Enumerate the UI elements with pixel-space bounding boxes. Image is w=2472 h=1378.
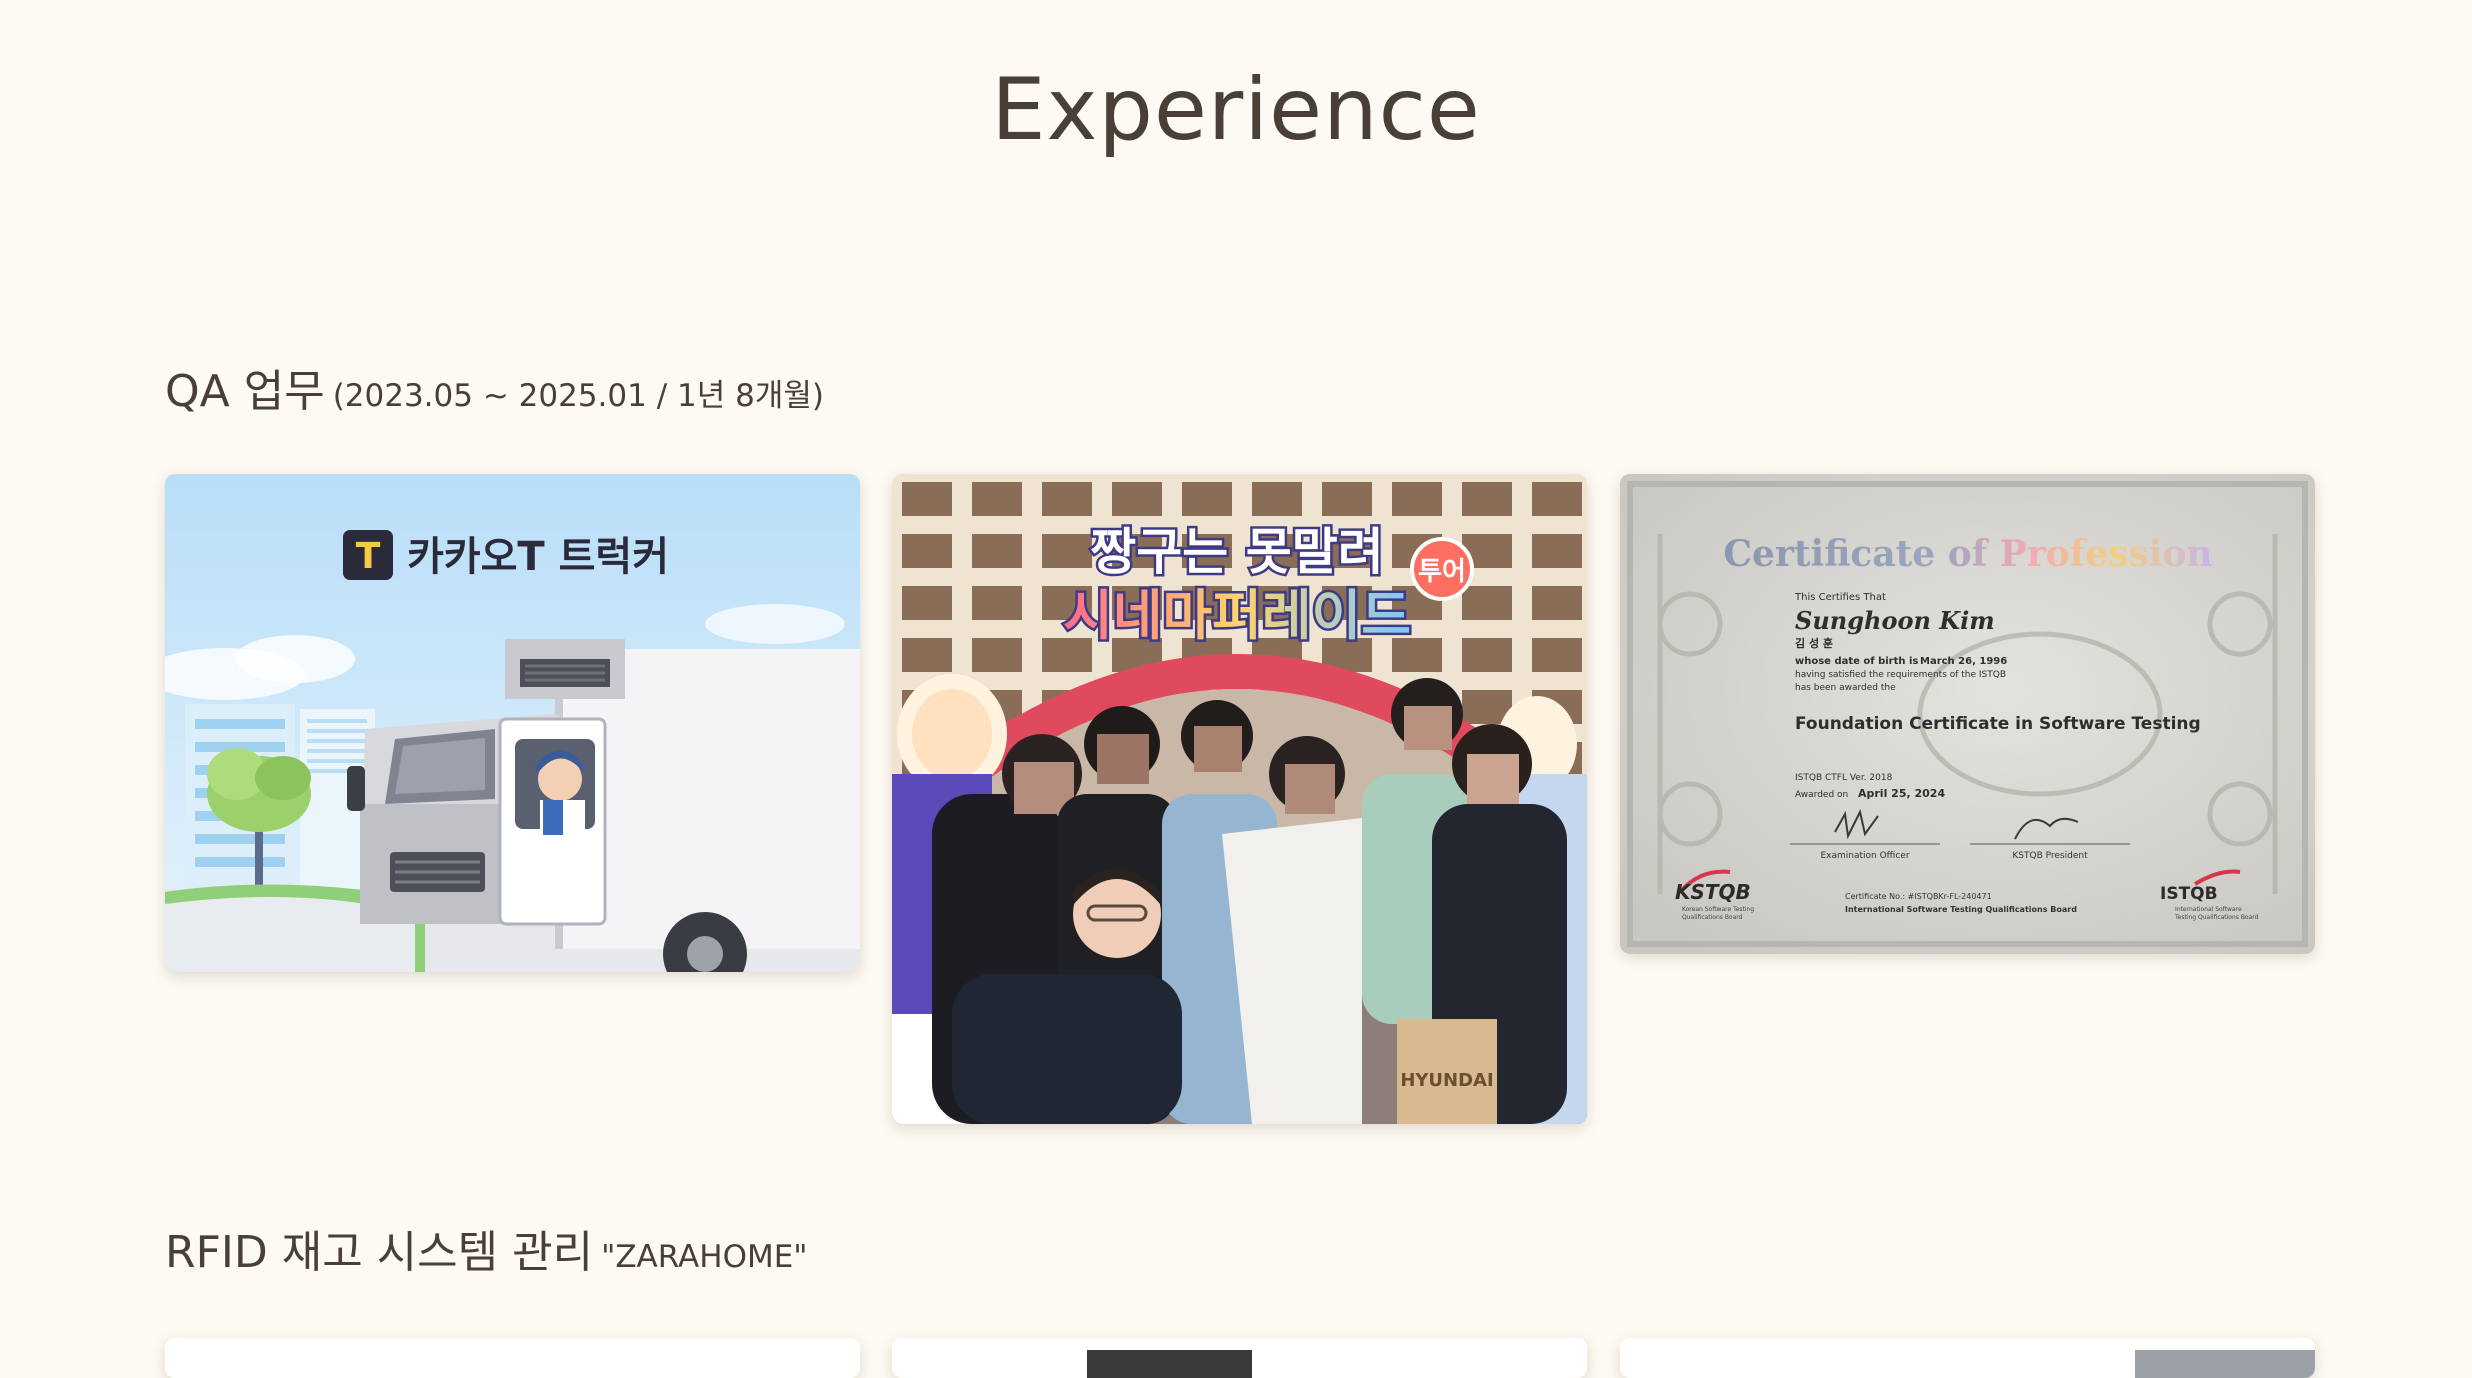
cert-officer: Examination Officer xyxy=(1820,851,1909,861)
rfid-image-card-1[interactable] xyxy=(165,1338,860,1378)
kstqb-sub2: Qualifications Board xyxy=(1682,914,1743,921)
istqb-sub1: International Software xyxy=(2175,906,2242,913)
section-subtitle: (2023.05 ~ 2025.01 / 1년 8개월) xyxy=(332,378,824,414)
kakao-brand-text: 카카오T 트럭커 xyxy=(407,534,669,580)
banner-line1: 짱구는 못말려 xyxy=(1090,523,1383,581)
cert-dob-label: whose date of birth is xyxy=(1795,656,1918,667)
banner-badge: 투어 xyxy=(1418,557,1466,587)
kstqb-sub1: Korean Software Testing xyxy=(1682,906,1754,913)
kakao-logo-letter: T xyxy=(356,536,381,577)
section-subtitle: "ZARAHOME" xyxy=(601,1239,808,1275)
cert-req-line1: having satisfied the requirements of the… xyxy=(1795,670,2006,680)
bag-text: HYUNDAI xyxy=(1400,1070,1493,1091)
section-heading-qa: QA 업무 (2023.05 ~ 2025.01 / 1년 8개월) xyxy=(165,355,824,419)
istqb-sub2: Testing Qualifications Board xyxy=(2174,914,2259,921)
section-title: RFID 재고 시스템 관리 xyxy=(165,1227,594,1278)
page-title: Experience xyxy=(991,60,1481,160)
cert-dob: March 26, 1996 xyxy=(1920,656,2007,667)
section-heading-rfid: RFID 재고 시스템 관리 "ZARAHOME" xyxy=(165,1216,808,1280)
team-photo: 짱구는 못말려 투어 시네마퍼레이드 HYUNDAI xyxy=(892,474,1587,1124)
cert-title: Foundation Certificate in Software Testi… xyxy=(1795,714,2201,734)
cert-president: KSTQB President xyxy=(2012,851,2088,861)
section-title: QA 업무 xyxy=(165,366,325,417)
istqb-logo: ISTQB xyxy=(2160,884,2218,904)
cert-req-line2: has been awarded the xyxy=(1795,683,1896,693)
kstqb-logo: KSTQB xyxy=(1675,880,1751,904)
cert-awarded-date: April 25, 2024 xyxy=(1858,787,1945,800)
cert-number: Certificate No.: #ISTQBKr-FL-240471 xyxy=(1845,892,1992,901)
cert-certifies: This Certifies That xyxy=(1794,592,1886,603)
cert-awarded-label: Awarded on xyxy=(1795,790,1848,800)
rfid-image-2 xyxy=(892,1338,1587,1378)
cert-name: Sunghoon Kim xyxy=(1795,606,1995,635)
cert-version: ISTQB CTFL Ver. 2018 xyxy=(1795,773,1893,783)
people-group: HYUNDAI xyxy=(932,678,1567,1124)
rfid-image-3 xyxy=(1620,1338,2315,1378)
rfid-image-card-3[interactable] xyxy=(1620,1338,2315,1378)
rfid-image-card-2[interactable] xyxy=(892,1338,1587,1378)
banner-line2: 시네마퍼레이드 xyxy=(1063,584,1411,647)
cert-board: International Software Testing Qualifica… xyxy=(1845,905,2077,914)
kakao-trucker-image-card[interactable]: T 카카오T 트럭커 xyxy=(165,474,860,972)
cert-name-kr: 김 성 훈 xyxy=(1795,636,1833,650)
istqb-certificate: Certificate of Profession This Certifies… xyxy=(1620,474,2315,954)
kakao-trucker-illustration: T 카카오T 트럭커 xyxy=(165,474,860,972)
cert-heading: Certificate of Profession xyxy=(1723,533,2212,575)
team-photo-image-card[interactable]: 짱구는 못말려 투어 시네마퍼레이드 HYUNDAI xyxy=(892,474,1587,1124)
certificate-image-card[interactable]: Certificate of Profession This Certifies… xyxy=(1620,474,2315,954)
